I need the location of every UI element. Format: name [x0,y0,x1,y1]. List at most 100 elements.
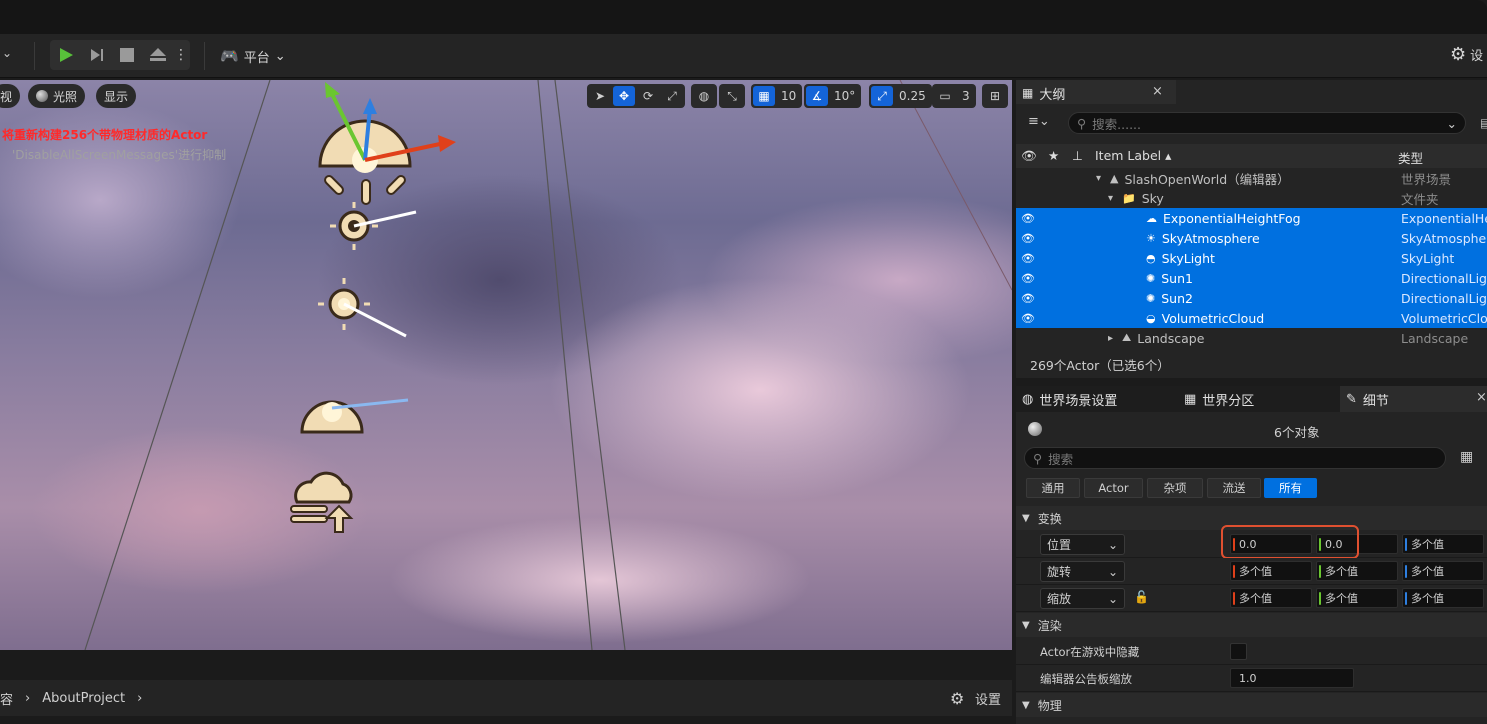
table-view-icon[interactable]: ▦ [1460,449,1473,465]
rotation-z-field[interactable]: 多个值 [1402,561,1484,581]
scale-snap[interactable]: ⤢ 0.25 [869,84,932,108]
visibility-eye-icon[interactable]: 👁 [1021,312,1035,325]
rotation-y-field[interactable]: 多个值 [1316,561,1398,581]
tab-details[interactable]: ✎ 细节 [1346,386,1389,412]
selected-object-count: 6个对象 [1274,425,1320,440]
chevron-down-icon[interactable]: ⌄ [2,46,12,60]
level-viewport[interactable]: 视 光照 显示 ➤ ✥ ⟳ ⤢ ◍ ⤡ ▦ 10 ∡ 10° ⤢ 0.25 ▭ 3 ⊞ … [0,80,1012,650]
settings-icon[interactable]: ▤ [1480,116,1487,130]
scale-mode-icon[interactable]: ⤢ [661,86,683,106]
directional-light-icon: ✺ [1146,271,1156,285]
outliner-row[interactable]: 👁 ✺ Sun1 DirectionalLight [1016,268,1487,288]
visibility-eye-icon[interactable]: 👁 [1021,252,1035,265]
filter-actor[interactable]: Actor [1084,478,1143,498]
bottom-settings-button[interactable]: 设置 [975,689,1001,708]
location-row: 位置 ⌄ 0.0 0.0 多个值 [1016,525,1487,559]
world-local-toggle[interactable]: ◍ [691,84,717,108]
outliner-tab-title: 大纲 [1039,87,1066,103]
outliner-tab-header: ▦ 大纲 [1022,80,1065,106]
rotation-x-field[interactable]: 多个值 [1230,561,1312,581]
scale-z-field[interactable]: 多个值 [1402,588,1484,608]
lighting-button[interactable]: 光照 [28,84,86,108]
scale-snap-icon: ⤢ [871,86,893,106]
filter-streaming[interactable]: 流送 [1207,478,1261,498]
settings-button[interactable]: ⚙ 设 [1450,44,1483,65]
visibility-eye-icon[interactable]: 👁 [1021,212,1035,225]
scale-label: 缩放 [1047,592,1072,606]
outliner-search-input[interactable]: ⚲ 搜索...... ⌄ [1068,112,1466,134]
close-icon[interactable]: × [1476,390,1487,405]
play-icon[interactable] [56,44,77,66]
item-label-column[interactable]: Item Label ▴ [1095,148,1171,163]
outliner-row[interactable]: 👁 ◓ SkyLight SkyLight [1016,248,1487,268]
visibility-eye-icon[interactable]: 👁 [1021,272,1035,285]
location-dropdown[interactable]: 位置 ⌄ [1040,534,1125,555]
suppress-hint: 'DisableAllScreenMessages'进行抑制 [12,148,227,162]
filter-general[interactable]: 通用 [1026,478,1080,498]
physics-section[interactable]: ▼ 物理 [1016,693,1487,717]
outliner-item: ◓ SkyLight [1132,251,1215,266]
select-mode-icon[interactable]: ➤ [589,86,611,106]
hidden-in-game-checkbox[interactable] [1230,643,1247,660]
visibility-column-icon[interactable]: 👁 [1021,148,1037,164]
more-options-icon[interactable]: ⋮ [174,44,188,66]
surface-snap-toggle[interactable]: ⤡ [719,84,745,108]
outliner-item-label: Landscape [1137,330,1205,346]
camera-speed[interactable]: ▭ 3 [932,84,976,108]
outliner-tab-icon: ▦ [1022,86,1034,100]
stop-icon[interactable] [117,44,138,66]
sky-atmosphere-sprite-icon[interactable] [298,378,418,438]
translate-mode-icon[interactable]: ✥ [613,86,635,106]
grid-snap[interactable]: ▦ 10 [751,84,803,108]
sky-light-sprite-icon[interactable] [326,198,426,258]
breadcrumb-partial[interactable]: 容 [0,689,13,708]
outliner-item-label: SlashOpenWorld（编辑器） [1124,171,1290,187]
outliner-item-type: DirectionalLight [1401,270,1487,286]
filter-misc[interactable]: 杂项 [1147,478,1203,498]
rotate-mode-icon[interactable]: ⟳ [637,86,659,106]
advance-frame-icon[interactable] [87,44,108,66]
pin-column-icon[interactable]: ⊥ [1072,148,1083,163]
filter-all[interactable]: 所有 [1264,478,1317,498]
hidden-in-game-row: Actor在游戏中隐藏 [1016,638,1487,665]
billboard-scale-field[interactable]: 1.0 [1230,668,1354,688]
close-icon[interactable]: × [1152,84,1163,99]
rendering-section[interactable]: ▼ 渲染 [1016,613,1487,637]
tab-world-settings[interactable]: ◍ 世界场景设置 [1022,386,1117,412]
outliner-row[interactable]: 👁 ☁ ExponentialHeightFog ExponentialHeightF… [1016,208,1487,228]
outliner-row[interactable]: ▾ 📁 Sky 文件夹 [1016,188,1487,208]
location-z-field[interactable]: 多个值 [1402,534,1484,554]
visibility-eye-icon[interactable]: 👁 [1021,232,1035,245]
outliner-row[interactable]: ▾ ▲ SlashOpenWorld（编辑器） 世界场景 [1016,168,1487,188]
volumetric-cloud-sprite-icon[interactable] [287,466,357,536]
expander-arrow-icon[interactable]: ▾ [1108,193,1116,204]
show-button[interactable]: 显示 [96,84,137,108]
platform-menu[interactable]: 🎮 平台 ⌄ [220,44,286,68]
directional-light-sprite-icon[interactable] [314,274,424,344]
outliner-row[interactable]: 👁 ◒ VolumetricCloud VolumetricCloud [1016,308,1487,328]
scale-dropdown[interactable]: 缩放 ⌄ [1040,588,1125,609]
viewport-layout-button[interactable]: ⊞ [982,84,1008,108]
visibility-eye-icon[interactable]: 👁 [1021,292,1035,305]
scale-x-field[interactable]: 多个值 [1230,588,1312,608]
details-search-placeholder: 搜索 [1048,451,1074,467]
outliner-row[interactable]: ▸ ⛰ Landscape Landscape [1016,328,1487,348]
tab-world-partition[interactable]: ▦ 世界分区 [1184,386,1254,412]
filter-general-label: 通用 [1041,481,1065,495]
lock-icon[interactable]: 🔓 [1134,590,1149,604]
filter-icon[interactable]: ≡⌄ [1028,114,1050,129]
expander-arrow-icon[interactable]: ▾ [1096,173,1104,184]
details-search-input[interactable]: ⚲ 搜索 [1024,447,1446,469]
outliner-item: ☁ ExponentialHeightFog [1132,211,1301,226]
type-column[interactable]: 类型 [1398,148,1423,167]
rotation-dropdown[interactable]: 旋转 ⌄ [1040,561,1125,582]
outliner-row[interactable]: 👁 ✺ Sun2 DirectionalLight [1016,288,1487,308]
outliner-row[interactable]: 👁 ☀ SkyAtmosphere SkyAtmosphere [1016,228,1487,248]
outliner-item: ☀ SkyAtmosphere [1132,231,1260,246]
pinned-column-icon[interactable]: ★ [1048,148,1059,163]
expander-arrow-icon[interactable]: ▸ [1108,333,1116,344]
scale-y-field[interactable]: 多个值 [1316,588,1398,608]
eject-icon[interactable] [148,44,169,66]
angle-snap[interactable]: ∡ 10° [804,84,862,108]
breadcrumb-about-project[interactable]: AboutProject [42,691,125,706]
